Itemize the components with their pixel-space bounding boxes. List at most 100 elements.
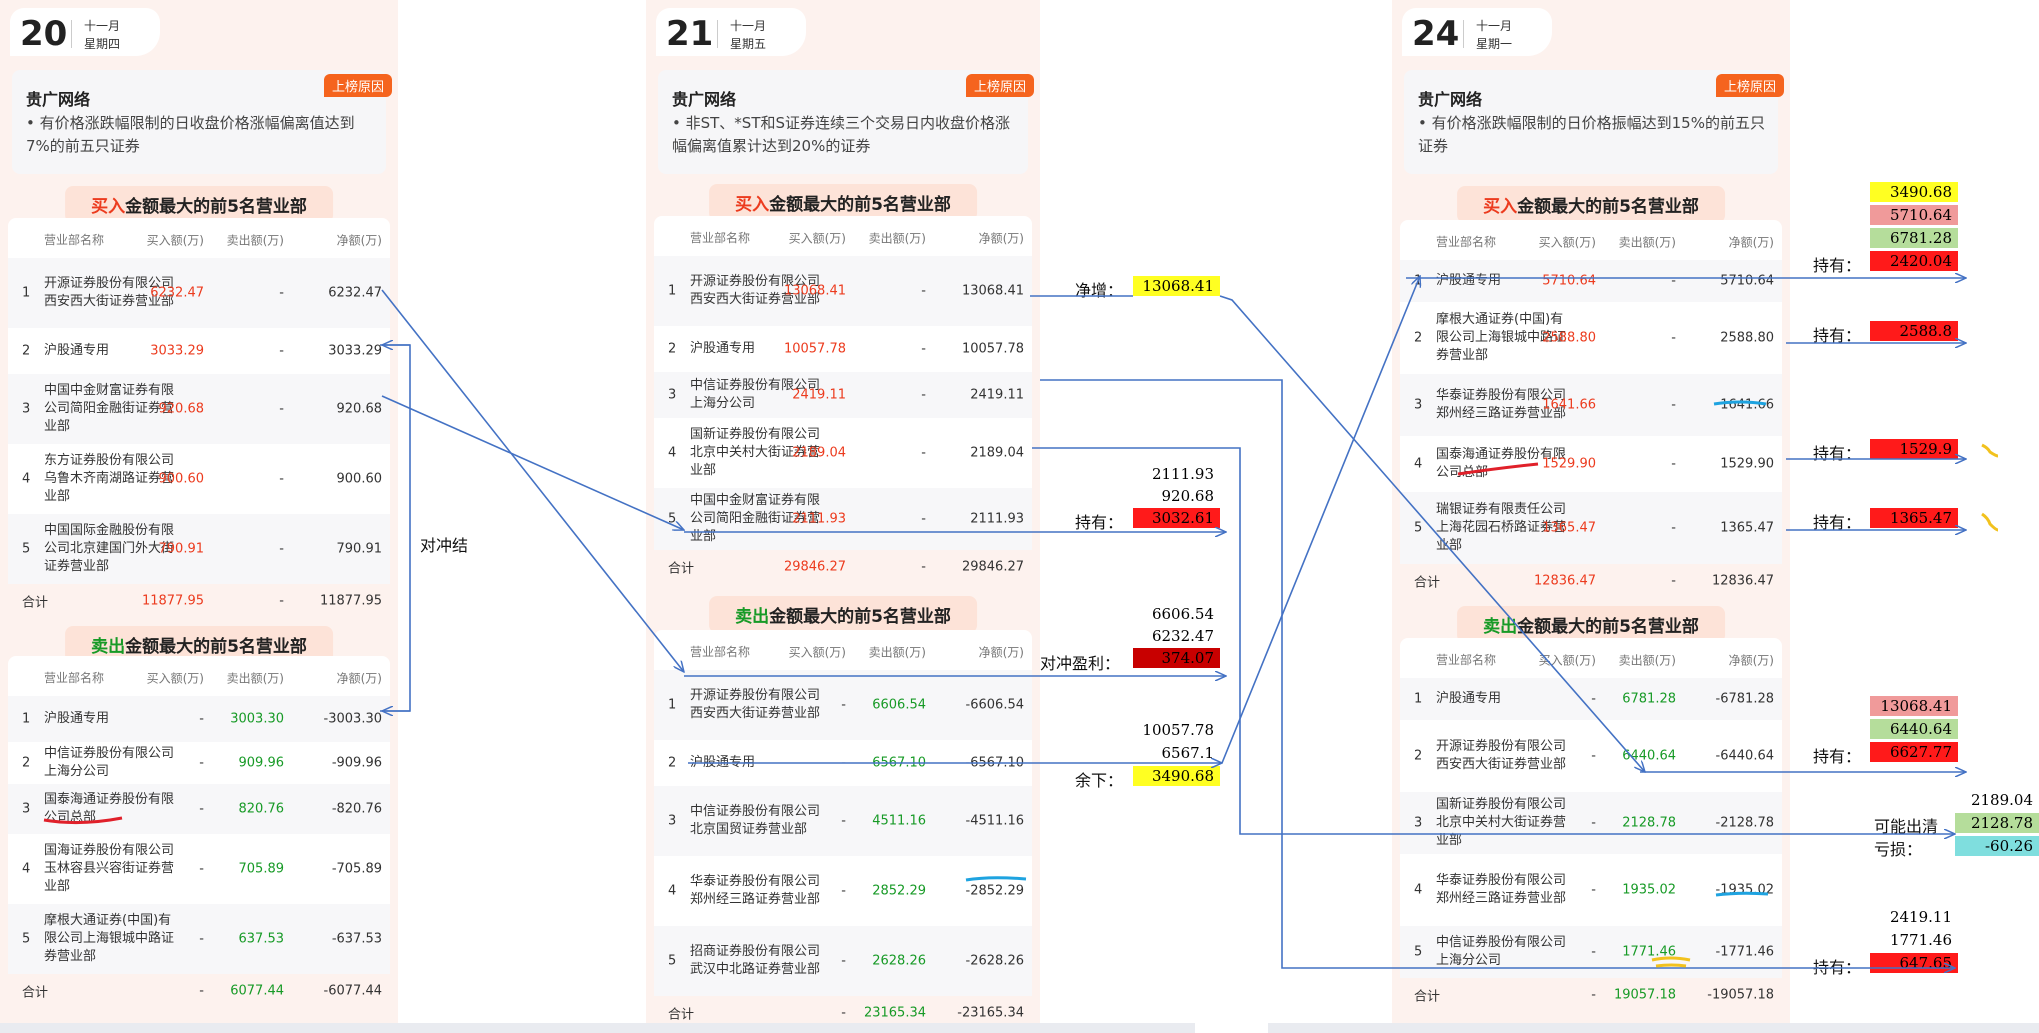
col-sell: 卖出额(万) (226, 233, 284, 248)
total-row: 合计 29846.27 - 29846.27 (654, 550, 1032, 584)
date-divider (717, 20, 718, 48)
stock-name[interactable]: 贵广网络 (26, 86, 90, 110)
table-row[interactable]: 5 摩根大通证券(中国)有限公司上海银城中路证券营业部 -637.53 -637.53 (8, 904, 390, 974)
sell-title-highlight: 卖出 (91, 637, 126, 657)
table-row[interactable]: 3 国新证券股份有限公司北京中关村大街证券营业部 -2128.78 -2128.78 (1400, 792, 1782, 854)
buy-table: 营业部名称 买入额(万) 卖出额(万) 净额(万) 1 开源证券股份有限公司西安西大街证券… (654, 216, 1032, 584)
net-amount: 2419.11 (970, 387, 1024, 403)
buy-amount: 900.60 (158, 471, 205, 487)
buy-table: 营业部名称 买入额(万) 卖出额(万) 净额(万) 1 开源证券股份有限公司西安西大街证券… (8, 218, 390, 618)
table-row[interactable]: 5 招商证券股份有限公司武汉中北路证券营业部 -2628.26 -2628.26 (654, 926, 1032, 996)
total-buy: 29846.27 (783, 559, 846, 575)
date-divider (1463, 20, 1464, 48)
buy-amount: - (841, 883, 846, 899)
col-buy: 买入额(万) (1538, 235, 1596, 250)
broker-name: 国海证券股份有限公司玉林容县兴容街证券营业部 (44, 843, 175, 894)
d24-stack-3: 6781.28 (1870, 228, 1958, 248)
table-row[interactable]: 3 国泰海通证券股份有限公司总部 -820.76 -820.76 (8, 784, 390, 834)
row-rank: 3 (22, 801, 31, 817)
table-row[interactable]: 2 中信证券股份有限公司上海分公司 -909.96 -909.96 (8, 742, 390, 784)
reason-badge[interactable]: 上榜原因 (323, 74, 392, 97)
table-row[interactable]: 5 瑞银证券有限责任公司上海花园石桥路证券营业部 1365.47-1365.47 (1400, 492, 1782, 564)
sell-title-text: 金额最大的前5名营业部 (769, 607, 951, 627)
total-sell: - (1671, 573, 1676, 589)
reason-text: • 有价格涨跌幅限制的日价格振幅达到15%的前五只证券 (1418, 114, 1765, 155)
row-rank: 2 (1414, 748, 1423, 764)
buy-amount: - (1591, 691, 1596, 707)
row-rank: 2 (22, 343, 31, 359)
net-amount: 920.68 (336, 401, 383, 417)
table-row[interactable]: 3 中国中金财富证券有限公司简阳金融街证券营业部 920.68-920.68 (8, 374, 390, 444)
kai-stack-2: 6440.64 (1870, 719, 1958, 739)
total-net: 11877.95 (319, 593, 382, 609)
sell-amount: 705.89 (238, 861, 285, 877)
listing-reason-card: 上榜原因 贵广网络 • 非ST、*ST和S证券连续三个交易日内收盘价格涨幅偏离值累计… (658, 70, 1034, 174)
table-row[interactable]: 4 国泰海通证券股份有限公司总部 1529.90-1529.90 (1400, 436, 1782, 492)
table-row[interactable]: 4 华泰证券股份有限公司郑州经三路证券营业部 -1935.02 -1935.02 (1400, 854, 1782, 926)
broker-name: 沪股通专用 (690, 755, 756, 770)
hold-stack-1: 2111.93 (1151, 465, 1214, 483)
table-row[interactable]: 4 国海证券股份有限公司玉林容县兴容街证券营业部 -705.89 -705.89 (8, 834, 390, 904)
sell-amount: 6440.64 (1622, 748, 1676, 764)
net-amount: -820.76 (331, 801, 382, 817)
table-row[interactable]: 2 开源证券股份有限公司西安西大街证券营业部 -6440.64 -6440.64 (1400, 720, 1782, 792)
net-amount: -705.89 (331, 861, 382, 877)
buy-title-highlight: 买入 (1483, 197, 1518, 217)
total-row: 合计 -19057.18 -19057.18 (1400, 978, 1782, 1012)
hold-label-4: 持有： (1813, 513, 1862, 532)
broker-name: 华泰证券股份有限公司郑州经三路证券营业部 (690, 874, 821, 907)
buy-title-text: 金额最大的前5名营业部 (125, 197, 307, 217)
row-rank: 2 (668, 341, 677, 357)
broker-name: 摩根大通证券(中国)有限公司上海银城中路证券营业部 (44, 913, 175, 964)
table-row[interactable]: 2 沪股通专用 3033.29-3033.29 (8, 328, 390, 374)
hedge-stack-1: 6606.54 (1151, 605, 1214, 623)
table-row[interactable]: 4 华泰证券股份有限公司郑州经三路证券营业部 -2852.29 -2852.29 (654, 856, 1032, 926)
table-row[interactable]: 5 中国国际金融股份有限公司北京建国门外大街证券营业部 790.91-790.91 (8, 514, 390, 584)
table-row[interactable]: 3 中信证券股份有限公司北京国贸证券营业部 -4511.16 -4511.16 (654, 786, 1032, 856)
sell-amount: 2628.26 (872, 953, 926, 969)
stock-name[interactable]: 贵广网络 (672, 86, 736, 110)
sell-amount: - (1671, 520, 1676, 536)
table-row[interactable]: 1 沪股通专用 5710.64-5710.64 (1400, 260, 1782, 302)
table-row[interactable]: 2 摩根大通证券(中国)有限公司上海银城中路证券营业部 2588.80-2588.8… (1400, 302, 1782, 374)
table-row[interactable]: 1 沪股通专用 -6781.28 -6781.28 (1400, 678, 1782, 720)
reason-badge[interactable]: 上榜原因 (1715, 74, 1784, 97)
reason-badge[interactable]: 上榜原因 (965, 74, 1034, 97)
broker-name: 沪股通专用 (1436, 691, 1502, 706)
net-amount: -2128.78 (1715, 815, 1774, 831)
broker-name: 中信证券股份有限公司上海分公司 (44, 746, 175, 779)
row-rank: 1 (1414, 273, 1423, 289)
table-row[interactable]: 2 沪股通专用 10057.78-10057.78 (654, 326, 1032, 372)
reason-text: • 有价格涨跌幅限制的日收盘价格涨幅偏离值达到7%的前五只证券 (26, 114, 355, 155)
table-row[interactable]: 5 中信证券股份有限公司上海分公司 -1771.46 -1771.46 (1400, 926, 1782, 978)
sell-amount: 637.53 (238, 931, 285, 947)
date-divider (71, 20, 72, 48)
col-sell: 卖出额(万) (868, 231, 926, 246)
table-row[interactable]: 5 中国中金财富证券有限公司简阳金融街证券营业部 2111.93-2111.93 (654, 488, 1032, 550)
row-rank: 5 (1414, 520, 1423, 536)
row-rank: 4 (22, 861, 31, 877)
table-row[interactable]: 2 沪股通专用 -6567.10 -6567.10 (654, 740, 1032, 786)
table-row[interactable]: 3 华泰证券股份有限公司郑州经三路证券营业部 1641.66-1641.66 (1400, 374, 1782, 436)
row-rank: 1 (22, 285, 31, 301)
weekday-label: 星期四 (84, 37, 121, 51)
stock-name[interactable]: 贵广网络 (1418, 86, 1482, 110)
table-row[interactable]: 1 开源证券股份有限公司西安西大街证券营业部 13068.41-13068.41 (654, 256, 1032, 326)
net-amount: 13068.41 (961, 283, 1024, 299)
table-row[interactable]: 3 中信证券股份有限公司上海分公司 2419.11-2419.11 (654, 372, 1032, 418)
table-row[interactable]: 1 开源证券股份有限公司西安西大街证券营业部 -6606.54 -6606.54 (654, 670, 1032, 740)
table-row[interactable]: 1 开源证券股份有限公司西安西大街证券营业部 6232.47-6232.47 (8, 258, 390, 328)
col-sell: 卖出额(万) (868, 645, 926, 660)
hedge-profit-label: 对冲盈利： (1040, 654, 1121, 673)
table-row[interactable]: 1 沪股通专用 -3003.30 -3003.30 (8, 696, 390, 742)
table-row[interactable]: 4 国新证券股份有限公司北京中关村大街证券营业部 2189.04-2189.04 (654, 418, 1032, 488)
hold-label-21: 持有： (1075, 513, 1124, 532)
table-row[interactable]: 4 东方证券股份有限公司乌鲁木齐南湖路证券营业部 900.60-900.60 (8, 444, 390, 514)
table-header: 营业部名称 买入额(万) 卖出额(万) 净额(万) (654, 220, 1032, 256)
buy-amount: 10057.78 (783, 341, 846, 357)
net-amount: 790.91 (336, 541, 383, 557)
row-rank: 2 (1414, 330, 1423, 346)
buy-amount: 1529.90 (1542, 456, 1596, 472)
day-number: 20 (20, 14, 68, 54)
sell-title-highlight: 卖出 (735, 607, 770, 627)
